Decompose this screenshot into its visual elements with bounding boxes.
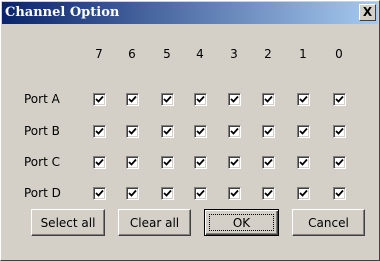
- port-label-c: Port C: [24, 155, 60, 169]
- checkbox-port-a-bit-2[interactable]: [262, 93, 275, 106]
- checkbox-port-a-bit-5[interactable]: [161, 93, 174, 106]
- checkbox-port-b-bit-1[interactable]: [297, 125, 310, 138]
- checkbox-port-d-bit-4[interactable]: [194, 187, 207, 200]
- checkbox-port-d-bit-0[interactable]: [333, 187, 346, 200]
- checkbox-port-c-bit-7[interactable]: [93, 156, 106, 169]
- checkbox-port-a-bit-6[interactable]: [126, 93, 139, 106]
- checkbox-port-b-bit-3[interactable]: [228, 125, 241, 138]
- checkbox-port-a-bit-7[interactable]: [93, 93, 106, 106]
- check-icon: [230, 189, 239, 197]
- cancel-label: Cancel: [308, 216, 349, 230]
- checkbox-port-d-bit-2[interactable]: [262, 187, 275, 200]
- checkbox-port-b-bit-6[interactable]: [126, 125, 139, 138]
- check-icon: [95, 127, 104, 135]
- cancel-button[interactable]: Cancel: [292, 209, 365, 236]
- bit-header-3: 3: [230, 47, 238, 61]
- check-icon: [163, 158, 172, 166]
- checkbox-port-c-bit-3[interactable]: [228, 156, 241, 169]
- check-icon: [230, 127, 239, 135]
- clear-all-label: Clear all: [129, 216, 180, 230]
- check-icon: [196, 158, 205, 166]
- checkbox-port-c-bit-1[interactable]: [297, 156, 310, 169]
- port-label-d: Port D: [24, 186, 61, 200]
- select-all-button[interactable]: Select all: [31, 209, 105, 236]
- checkbox-port-b-bit-4[interactable]: [194, 125, 207, 138]
- check-icon: [95, 95, 104, 103]
- check-icon: [128, 95, 137, 103]
- checkbox-port-d-bit-6[interactable]: [126, 187, 139, 200]
- check-icon: [264, 189, 273, 197]
- ok-button[interactable]: OK: [204, 209, 279, 236]
- check-icon: [335, 158, 344, 166]
- checkbox-port-c-bit-6[interactable]: [126, 156, 139, 169]
- checkbox-port-b-bit-0[interactable]: [333, 125, 346, 138]
- checkbox-port-a-bit-1[interactable]: [297, 93, 310, 106]
- check-icon: [95, 158, 104, 166]
- bit-header-7: 7: [95, 47, 103, 61]
- check-icon: [299, 158, 308, 166]
- checkbox-port-a-bit-3[interactable]: [228, 93, 241, 106]
- check-icon: [335, 95, 344, 103]
- close-icon: X: [362, 5, 373, 19]
- check-icon: [299, 189, 308, 197]
- checkbox-port-b-bit-5[interactable]: [161, 125, 174, 138]
- checkbox-port-d-bit-7[interactable]: [93, 187, 106, 200]
- check-icon: [163, 127, 172, 135]
- checkbox-port-c-bit-2[interactable]: [262, 156, 275, 169]
- ok-label: OK: [232, 216, 251, 230]
- checkbox-port-a-bit-4[interactable]: [194, 93, 207, 106]
- check-icon: [335, 127, 344, 135]
- bit-header-1: 1: [299, 47, 307, 61]
- check-icon: [264, 127, 273, 135]
- check-icon: [128, 158, 137, 166]
- clear-all-button[interactable]: Clear all: [118, 209, 191, 236]
- checkbox-port-b-bit-7[interactable]: [93, 125, 106, 138]
- checkbox-port-d-bit-1[interactable]: [297, 187, 310, 200]
- check-icon: [196, 95, 205, 103]
- bit-header-4: 4: [196, 47, 204, 61]
- check-icon: [264, 158, 273, 166]
- bit-header-0: 0: [335, 47, 343, 61]
- close-button[interactable]: X: [359, 4, 376, 21]
- checkbox-port-c-bit-0[interactable]: [333, 156, 346, 169]
- check-icon: [230, 95, 239, 103]
- port-label-a: Port A: [24, 92, 60, 106]
- dialog-title: Channel Option: [5, 5, 120, 20]
- check-icon: [299, 127, 308, 135]
- check-icon: [230, 158, 239, 166]
- check-icon: [163, 189, 172, 197]
- checkbox-port-d-bit-5[interactable]: [161, 187, 174, 200]
- check-icon: [299, 95, 308, 103]
- checkbox-port-c-bit-4[interactable]: [194, 156, 207, 169]
- check-icon: [128, 189, 137, 197]
- checkbox-port-c-bit-5[interactable]: [161, 156, 174, 169]
- bit-header-5: 5: [163, 47, 171, 61]
- check-icon: [264, 95, 273, 103]
- select-all-label: Select all: [40, 216, 96, 230]
- bit-header-2: 2: [264, 47, 272, 61]
- check-icon: [95, 189, 104, 197]
- port-label-b: Port B: [24, 124, 60, 138]
- title-bar[interactable]: Channel Option X: [2, 2, 378, 24]
- checkbox-port-b-bit-2[interactable]: [262, 125, 275, 138]
- check-icon: [163, 95, 172, 103]
- check-icon: [196, 127, 205, 135]
- check-icon: [128, 127, 137, 135]
- channel-option-dialog: Channel Option X 7 6 5 4 3 2 1 0 Port A Port B Por…: [0, 0, 380, 261]
- checkbox-port-d-bit-3[interactable]: [228, 187, 241, 200]
- bit-header-6: 6: [128, 47, 136, 61]
- check-icon: [196, 189, 205, 197]
- checkbox-port-a-bit-0[interactable]: [333, 93, 346, 106]
- check-icon: [335, 189, 344, 197]
